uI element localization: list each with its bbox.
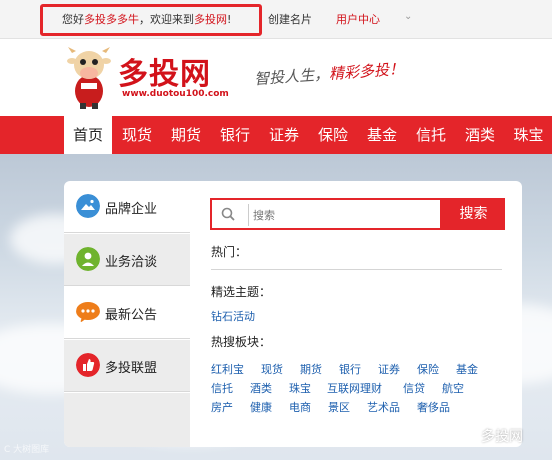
section-link[interactable]: 电商: [289, 399, 311, 415]
site-name-link[interactable]: 多投网: [194, 13, 227, 26]
section-link[interactable]: 红利宝: [211, 361, 244, 377]
speech-bubble-icon: [76, 302, 100, 323]
section-link[interactable]: 珠宝: [289, 380, 311, 396]
user-center-link[interactable]: 用户中心: [336, 11, 380, 27]
hot-label: 热门：: [211, 245, 248, 259]
slogan: 智投人生，精彩多投！: [253, 58, 405, 89]
slogan-part-b: 精彩多投！: [328, 59, 405, 83]
sidebar-item-alliance[interactable]: 多投联盟: [64, 340, 190, 392]
category-sidebar: 品牌企业 业务洽谈 最新公告 多投联盟: [64, 181, 190, 447]
welcome-prefix: 您好: [62, 13, 84, 26]
search-input[interactable]: [248, 204, 441, 226]
sidebar-item-negotiation[interactable]: 业务洽谈: [64, 234, 190, 286]
section-link[interactable]: 酒类: [250, 380, 272, 396]
thumbs-up-icon: [76, 353, 100, 377]
cow-mascot-icon: [67, 47, 111, 109]
section-link[interactable]: 证券: [378, 361, 400, 377]
welcome-message: 您好多投多多牛，欢迎来到多投网!: [62, 11, 231, 27]
nav-item-fund[interactable]: 基金: [358, 116, 406, 154]
section-link[interactable]: 现货: [261, 361, 283, 377]
slogan-part-a: 智投人生，: [253, 65, 330, 89]
section-link[interactable]: 房产: [211, 399, 233, 415]
nav-item-insurance[interactable]: 保险: [309, 116, 357, 154]
section-link[interactable]: 互联网理财: [327, 380, 382, 396]
section-link[interactable]: 航空: [442, 380, 464, 396]
nav-item-home[interactable]: 首页: [64, 116, 112, 154]
theme-link[interactable]: 钻石活动: [211, 308, 255, 324]
nav-item-liquor[interactable]: 酒类: [456, 116, 504, 154]
site-header: 多投网 www.duotou100.com 智投人生，精彩多投！: [0, 39, 552, 116]
nav-item-securities[interactable]: 证券: [260, 116, 308, 154]
welcome-suffix: !: [227, 13, 232, 26]
username-link[interactable]: 多投多多牛: [84, 13, 139, 26]
search-button[interactable]: 搜索: [442, 198, 505, 230]
logo-url: www.duotou100.com: [122, 89, 229, 99]
section-link[interactable]: 艺术品: [367, 399, 400, 415]
mountain-icon: [76, 194, 100, 218]
wechat-icon: [457, 426, 477, 443]
nav-item-spot[interactable]: 现货: [113, 116, 161, 154]
sidebar-item-label: 最新公告: [105, 308, 158, 323]
sidebar-item-announcement[interactable]: 最新公告: [64, 287, 190, 339]
sidebar-item-label: 业务洽谈: [105, 255, 158, 270]
section-link[interactable]: 银行: [339, 361, 361, 377]
create-card-link[interactable]: 创建名片: [268, 11, 312, 27]
sidebar-item-brand[interactable]: 品牌企业: [64, 181, 190, 233]
handshake-icon: [76, 247, 100, 271]
search-card: 品牌企业 业务洽谈 最新公告 多投联盟 搜索 搜索 热门： 精选主题： 钻石活动…: [64, 181, 522, 447]
sidebar-item-label: 多投联盟: [105, 361, 158, 376]
nav-item-jewelry[interactable]: 珠宝: [505, 116, 552, 154]
section-link[interactable]: 奢侈品: [417, 399, 450, 415]
section-link[interactable]: 信贷: [403, 380, 425, 396]
watermark: C 大树图库: [4, 445, 50, 455]
section-link[interactable]: 基金: [456, 361, 478, 377]
section-link[interactable]: 保险: [417, 361, 439, 377]
sidebar-empty-slot: [64, 393, 190, 447]
section-link[interactable]: 景区: [328, 399, 350, 415]
site-logo[interactable]: 多投网: [118, 49, 211, 93]
welcome-mid: ，欢迎来到: [139, 13, 194, 26]
section-link[interactable]: 健康: [250, 399, 272, 415]
nav-item-bank[interactable]: 银行: [211, 116, 259, 154]
themes-label: 精选主题：: [211, 285, 272, 299]
top-bar: 您好多投多多牛，欢迎来到多投网! 创建名片 用户中心 ⌄: [0, 0, 552, 39]
search-box: [210, 198, 442, 230]
search-icon: [221, 207, 235, 221]
chevron-down-icon[interactable]: ⌄: [404, 11, 412, 22]
nav-item-futures[interactable]: 期货: [162, 116, 210, 154]
section-link[interactable]: 信托: [211, 380, 233, 396]
sidebar-item-label: 品牌企业: [105, 202, 158, 217]
main-nav: 首页 现货 期货 银行 证券 保险 基金 信托 酒类 珠宝: [0, 116, 552, 154]
section-link[interactable]: 期货: [300, 361, 322, 377]
divider: [211, 269, 502, 270]
nav-item-trust[interactable]: 信托: [407, 116, 455, 154]
wechat-label: 多投网: [481, 429, 523, 445]
hot-sections-label: 热搜板块：: [211, 335, 272, 349]
